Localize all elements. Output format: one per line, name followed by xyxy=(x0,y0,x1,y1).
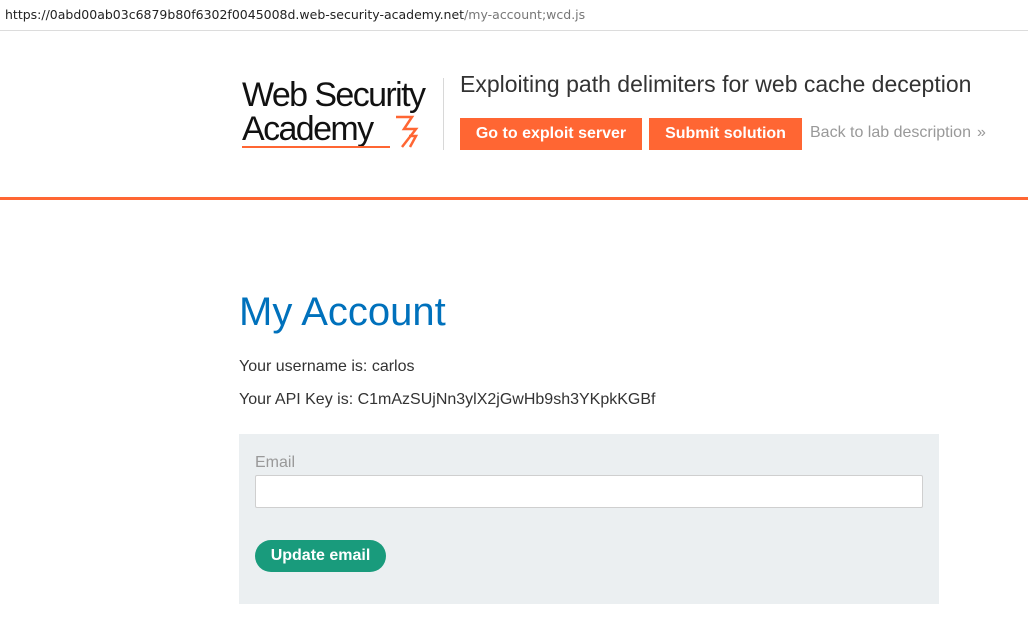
logo-text-line1: Web Security xyxy=(242,76,426,114)
browser-address-bar[interactable]: https://0abd00ab03c6879b80f6302f0045008d… xyxy=(0,0,1028,31)
logo-text-line2: Academy xyxy=(242,110,374,148)
back-link-label: Back to lab description xyxy=(810,124,971,141)
submit-solution-button[interactable]: Submit solution xyxy=(649,118,802,150)
api-key-text: Your API Key is: C1mAzSUjNn3ylX2jGwHb9sh… xyxy=(239,391,656,408)
lightning-bolt-icon xyxy=(396,115,419,148)
page-title: My Account xyxy=(239,290,446,334)
header-separator xyxy=(0,197,1028,200)
url-path: /my-account;wcd.js xyxy=(464,7,586,22)
header-divider xyxy=(443,78,444,150)
email-input[interactable] xyxy=(255,475,923,508)
email-label: Email xyxy=(255,454,296,471)
url-host: https://0abd00ab03c6879b80f6302f0045008d… xyxy=(5,7,465,22)
lab-title: Exploiting path delimiters for web cache… xyxy=(460,71,972,97)
double-chevron-right-icon: » xyxy=(976,124,986,141)
lab-header xyxy=(0,31,1028,199)
logo-underline xyxy=(242,146,390,148)
update-email-button[interactable]: Update email xyxy=(255,540,386,572)
update-email-form: Email Update email xyxy=(239,434,939,604)
back-to-lab-description-link[interactable]: Back to lab description » xyxy=(810,124,986,142)
url-text[interactable]: https://0abd00ab03c6879b80f6302f0045008d… xyxy=(5,7,585,22)
username-text: Your username is: carlos xyxy=(239,358,415,375)
web-security-academy-logo[interactable]: Web Security Academy xyxy=(240,78,440,152)
go-to-exploit-server-button[interactable]: Go to exploit server xyxy=(460,118,642,150)
